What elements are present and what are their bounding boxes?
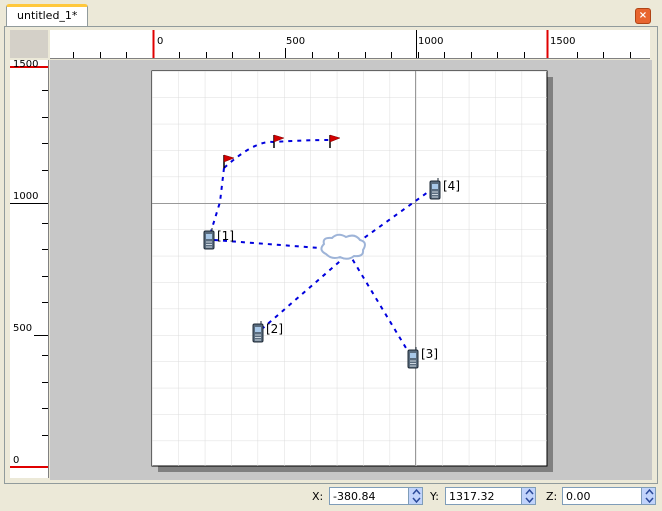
z-spinner[interactable] (641, 487, 656, 505)
x-spinner[interactable] (408, 487, 423, 505)
ruler-label-1000: 1000 (418, 36, 444, 47)
canvas-workspace[interactable]: [1] [2] [3] [4] (50, 60, 652, 480)
z-input[interactable] (563, 488, 641, 504)
x-input[interactable] (330, 488, 408, 504)
spinner-arrows-icon (645, 488, 654, 504)
canvas-scene[interactable]: [1] [2] [3] [4] (50, 60, 652, 480)
spinner-arrows-icon (412, 488, 421, 504)
ruler-horizontal: 0 500 1000 1500 (50, 30, 650, 59)
y-label: Y: (430, 490, 439, 503)
ruler-label-0: 0 (13, 455, 20, 466)
ruler-label-500: 500 (13, 323, 33, 334)
z-field[interactable] (562, 487, 642, 505)
x-field[interactable] (329, 487, 409, 505)
tab-bar: untitled_1* × (0, 0, 662, 26)
z-label: Z: (546, 490, 558, 503)
node-4-phone-icon[interactable] (429, 177, 441, 200)
node-2-label: [2] (266, 322, 283, 336)
cloud-icon[interactable] (320, 233, 366, 260)
y-input[interactable] (446, 488, 521, 504)
node-1-phone-icon[interactable] (203, 227, 215, 250)
grid (152, 71, 547, 466)
ruler-vertical: 1500 1000 500 0 (10, 59, 49, 478)
ruler-label-1500: 1500 (550, 36, 576, 47)
ruler-corner (10, 30, 48, 58)
node-3-phone-icon[interactable] (407, 346, 419, 369)
tab-untitled[interactable]: untitled_1* (6, 4, 89, 26)
y-field[interactable] (445, 487, 522, 505)
node-4-label: [4] (443, 179, 460, 193)
node-2-phone-icon[interactable] (252, 320, 264, 343)
spinner-arrows-icon (525, 488, 534, 504)
ruler-label-1000: 1000 (13, 191, 39, 202)
node-3-label: [3] (421, 347, 438, 361)
y-spinner[interactable] (521, 487, 536, 505)
ruler-label-1500: 1500 (13, 59, 39, 70)
ruler-label-0: 0 (157, 36, 164, 47)
x-label: X: (312, 490, 324, 503)
close-icon[interactable]: × (635, 8, 651, 24)
ruler-vertical-ticks (10, 66, 48, 468)
ruler-label-500: 500 (286, 36, 306, 47)
node-1-label: [1] (217, 229, 234, 243)
